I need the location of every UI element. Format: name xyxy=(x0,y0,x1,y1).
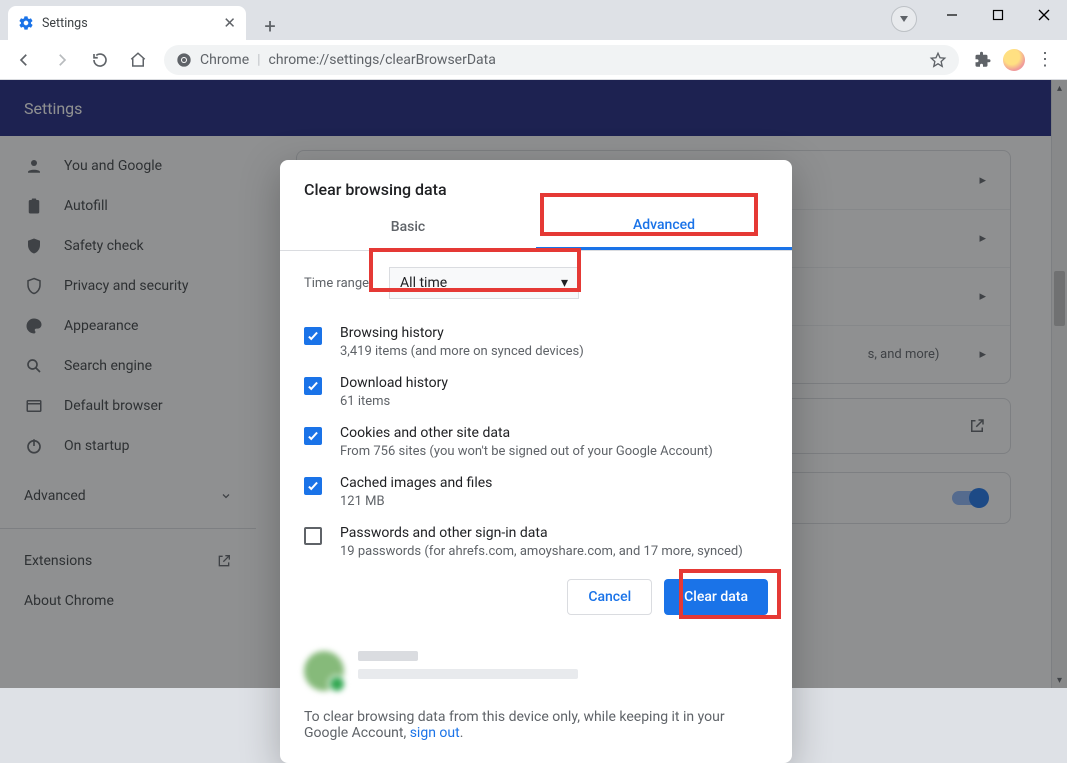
dialog-title: Clear browsing data xyxy=(280,160,792,203)
new-tab-button[interactable]: + xyxy=(256,12,284,40)
avatar xyxy=(304,651,344,691)
cancel-button-label: Cancel xyxy=(588,589,631,605)
option-title: Cached images and files xyxy=(340,475,492,491)
clear-data-button[interactable]: Clear data xyxy=(664,579,768,615)
tab-advanced-label: Advanced xyxy=(633,217,695,233)
tab-title: Settings xyxy=(42,16,215,31)
option-subtitle: 121 MB xyxy=(340,494,492,509)
option-title: Browsing history xyxy=(340,325,584,341)
tab-close-icon[interactable]: ✕ xyxy=(223,14,236,32)
window-minimize-icon[interactable] xyxy=(929,0,975,30)
tab-advanced[interactable]: Advanced xyxy=(536,203,792,250)
sign-out-link[interactable]: sign out xyxy=(410,725,460,741)
tab-basic-label: Basic xyxy=(391,219,425,235)
time-range-label: Time range xyxy=(304,276,369,291)
cancel-button[interactable]: Cancel xyxy=(567,579,652,615)
profile-chip[interactable] xyxy=(891,6,917,32)
clear-browsing-data-dialog: Clear browsing data Basic Advanced Time … xyxy=(280,160,792,763)
clear-data-button-label: Clear data xyxy=(684,589,748,605)
window-maximize-icon[interactable] xyxy=(975,0,1021,30)
checkbox[interactable] xyxy=(304,427,322,445)
settings-icon xyxy=(18,15,34,31)
window-close-icon[interactable] xyxy=(1021,0,1067,30)
titlebar: Settings ✕ + xyxy=(0,0,1067,40)
dialog-tabs: Basic Advanced xyxy=(280,203,792,251)
reload-button[interactable] xyxy=(84,44,116,76)
omnibox-prefix: Chrome xyxy=(200,52,249,68)
time-range-select[interactable]: All time ▾ xyxy=(389,267,579,299)
tab-basic[interactable]: Basic xyxy=(280,203,536,250)
checkbox[interactable] xyxy=(304,377,322,395)
back-button[interactable] xyxy=(8,44,40,76)
chrome-favicon-icon xyxy=(176,52,192,68)
dialog-note: To clear browsing data from this device … xyxy=(280,709,792,763)
option-title: Cookies and other site data xyxy=(340,425,713,441)
extensions-icon[interactable] xyxy=(969,46,997,74)
account-text-redacted xyxy=(358,651,578,679)
extension-colored-icon[interactable] xyxy=(1003,49,1025,71)
home-button[interactable] xyxy=(122,44,154,76)
option-subtitle: From 756 sites (you won't be signed out … xyxy=(340,444,713,459)
omnibox-url: chrome://settings/clearBrowserData xyxy=(269,52,496,68)
option-subtitle: 61 items xyxy=(340,394,448,409)
checkbox[interactable] xyxy=(304,477,322,495)
option-title: Download history xyxy=(340,375,448,391)
forward-button[interactable] xyxy=(46,44,78,76)
dialog-note-text: To clear browsing data from this device … xyxy=(304,709,725,741)
toolbar: Chrome | chrome://settings/clearBrowserD… xyxy=(0,40,1067,80)
browser-menu-icon[interactable]: ⋮ xyxy=(1031,46,1059,74)
dialog-note-suffix: . xyxy=(460,725,464,741)
clear-data-option: Browsing history 3,419 items (and more on… xyxy=(304,315,768,365)
clear-data-option: Cached images and files 121 MB xyxy=(304,465,768,515)
browser-tab[interactable]: Settings ✕ xyxy=(8,6,246,40)
clear-data-option: Download history 61 items xyxy=(304,365,768,415)
chevron-down-icon: ▾ xyxy=(561,275,568,291)
address-bar[interactable]: Chrome | chrome://settings/clearBrowserD… xyxy=(164,45,959,75)
time-range-value: All time xyxy=(400,275,447,291)
clear-data-option: Passwords and other sign-in data 19 passw… xyxy=(304,515,768,565)
option-title: Passwords and other sign-in data xyxy=(340,525,743,541)
settings-page: Settings You and Google Autofill Safety … xyxy=(0,80,1067,688)
option-subtitle: 19 passwords (for ahrefs.com, amoyshare.… xyxy=(340,544,743,559)
clear-data-option: Cookies and other site data From 756 site… xyxy=(304,415,768,465)
checkbox[interactable] xyxy=(304,327,322,345)
checkbox[interactable] xyxy=(304,527,322,545)
separator: | xyxy=(257,52,260,68)
dialog-account-row xyxy=(280,633,792,709)
window-controls xyxy=(929,0,1067,30)
option-subtitle: 3,419 items (and more on synced devices) xyxy=(340,344,584,359)
bookmark-star-icon[interactable] xyxy=(929,51,947,69)
